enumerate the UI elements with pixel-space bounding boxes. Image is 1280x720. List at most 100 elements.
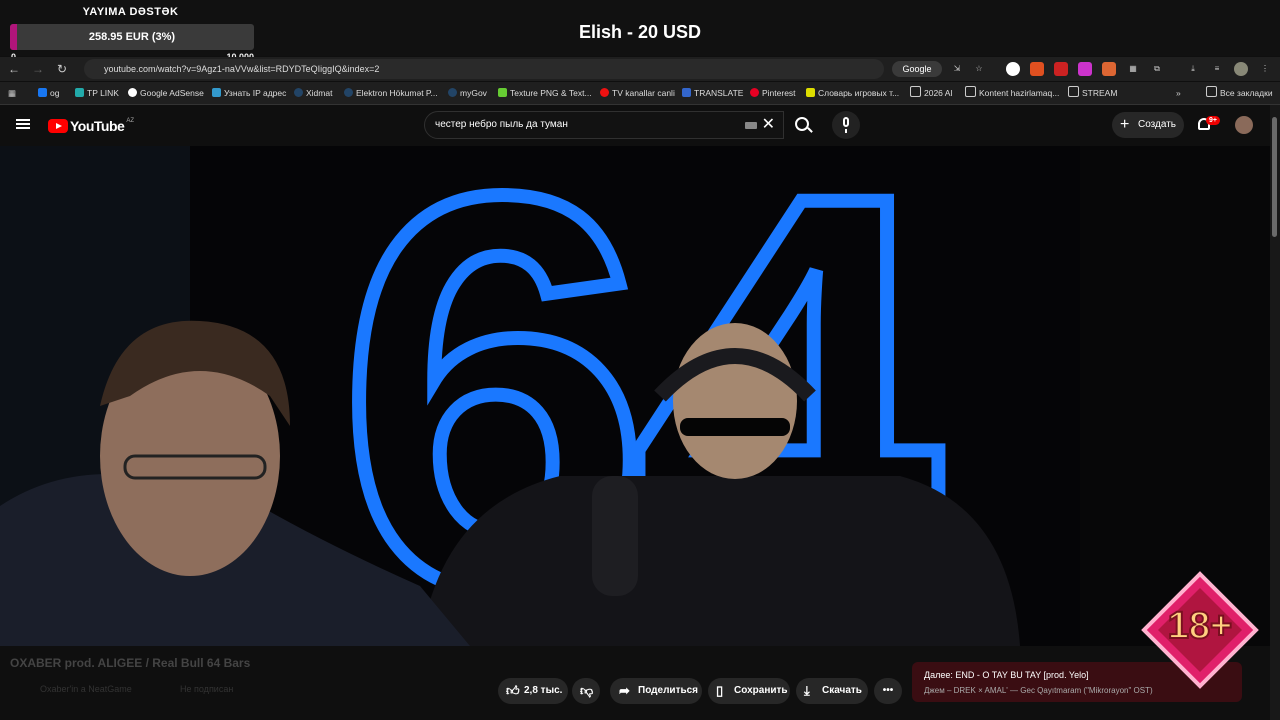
- save-button[interactable]: ▯ Сохранить: [708, 678, 790, 704]
- share-button[interactable]: ➦ Поделиться: [610, 678, 702, 704]
- bookmark-folder[interactable]: STREAM: [1068, 86, 1117, 100]
- extension-icon[interactable]: [1054, 62, 1068, 76]
- bookmark-item[interactable]: Texture PNG & Text...: [498, 86, 592, 100]
- thumbs-down-icon: 👎︎: [580, 683, 594, 698]
- dislike-button[interactable]: 👎︎: [572, 678, 600, 704]
- bookmark-item[interactable]: Elektron Hökumət P...: [344, 86, 438, 100]
- tv-icon: [600, 88, 609, 97]
- bookmark-item[interactable]: Google AdSense: [128, 86, 204, 100]
- clear-icon[interactable]: ✕: [762, 116, 775, 134]
- ip-icon: [212, 88, 221, 97]
- youtube-logo[interactable]: YouTube AZ: [48, 117, 134, 135]
- google-lens-chip[interactable]: Google: [892, 61, 942, 77]
- bookmark-item[interactable]: Словарь игровых т...: [806, 86, 899, 100]
- scrollbar-thumb[interactable]: [1272, 117, 1277, 237]
- folder-icon: [910, 86, 921, 97]
- bookmark-folder[interactable]: 2026 Al: [910, 86, 952, 100]
- leaf-icon: [498, 88, 507, 97]
- tplink-icon: [75, 88, 84, 97]
- youtube-header: YouTube AZ честер небро пыль да туман ✕ …: [0, 105, 1280, 145]
- bookmark-item[interactable]: TRANSLATE: [682, 86, 743, 100]
- youtube-wordmark: YouTube: [70, 118, 125, 134]
- pinterest-icon: [750, 88, 759, 97]
- extension-icon[interactable]: [1006, 62, 1020, 76]
- more-actions-button[interactable]: •••: [874, 678, 902, 704]
- back-icon[interactable]: ←: [6, 61, 22, 77]
- bookmark-item[interactable]: Узнать IP адрес: [212, 86, 286, 100]
- bookmark-item[interactable]: myGov: [448, 86, 487, 100]
- apps-icon[interactable]: ▦: [8, 86, 16, 100]
- up-next-subtitle: Джем – DREK × AMAL' — Gec Qayıtmaram ("M…: [924, 686, 1153, 695]
- bookmark-item[interactable]: og: [38, 86, 59, 100]
- age-restriction-sticker: 18+: [1141, 571, 1259, 689]
- stream-title: Elish - 20 USD: [578, 22, 702, 42]
- folder-icon: [1068, 86, 1079, 97]
- folder-icon: [965, 86, 976, 97]
- video-actions-area: OXABER prod. ALIGEE / Real Bull 64 Bars …: [0, 646, 1270, 720]
- translate-icon: [682, 88, 691, 97]
- bookmarks-bar: ▦ og TP LINK Google AdSense Узнать IP ад…: [0, 82, 1280, 105]
- menu-dots-icon[interactable]: ⋮: [1258, 62, 1272, 76]
- notification-badge: 9+: [1206, 116, 1220, 125]
- media-icon[interactable]: ≡: [1210, 62, 1224, 76]
- shield-icon: [806, 88, 815, 97]
- donation-amount: 258.95 EUR (3%): [88, 31, 176, 43]
- studio-microphone: [592, 476, 638, 596]
- search-input[interactable]: честер небро пыль да туман ✕: [424, 111, 784, 139]
- search-button[interactable]: [786, 111, 818, 139]
- extension-icon[interactable]: [1030, 62, 1044, 76]
- chevron-right-icon[interactable]: »: [1176, 86, 1181, 100]
- puzzle-icon[interactable]: ⧉: [1150, 62, 1164, 76]
- download-icon: ⤓: [804, 683, 810, 698]
- region-code: AZ: [126, 118, 134, 124]
- video-player[interactable]: 64: [0, 146, 1270, 646]
- subscribe-status: Не подписан: [180, 684, 234, 694]
- folder-icon: [1206, 86, 1217, 97]
- bookmark-folder[interactable]: Kontent hazirlamaq...: [965, 86, 1059, 100]
- rapper-head: [673, 323, 797, 479]
- stream-overlay-top: YAYIMA DƏSTƏK 258.95 EUR (3%) 0 10 000 E…: [0, 0, 1280, 62]
- all-bookmarks[interactable]: Все закладки: [1206, 86, 1273, 100]
- like-button[interactable]: 👍︎ 2,8 тыс.: [498, 678, 568, 704]
- thumbs-up-icon: 👍︎: [506, 683, 520, 698]
- donation-widget: YAYIMA DƏSTƏK 258.95 EUR (3%) 0 10 000: [8, 6, 254, 64]
- more-dots-icon: •••: [882, 685, 894, 696]
- download-icon[interactable]: ⤓: [1186, 62, 1200, 76]
- globe-icon: [294, 88, 303, 97]
- avatar[interactable]: [1235, 116, 1253, 134]
- bookmark-item[interactable]: Pinterest: [750, 86, 796, 100]
- grid-icon[interactable]: ▦: [1126, 62, 1140, 76]
- video-frame: 64: [0, 146, 1020, 646]
- extension-icon[interactable]: [1102, 62, 1116, 76]
- bookmark-item[interactable]: TP LINK: [75, 86, 119, 100]
- page-scrollbar[interactable]: [1270, 105, 1280, 720]
- facebook-icon: [38, 88, 47, 97]
- install-icon[interactable]: ⇲: [950, 62, 964, 76]
- star-icon[interactable]: ☆: [972, 62, 986, 76]
- google-icon: [128, 88, 137, 97]
- plus-icon: +: [1120, 116, 1130, 133]
- browser-toolbar: ← → ↻ youtube.com/watch?v=9Agz1-naVVw&li…: [0, 57, 1280, 81]
- search-query: честер небро пыль да туман: [435, 119, 568, 130]
- bookmark-item[interactable]: Xidmat: [294, 86, 332, 100]
- youtube-play-icon: [48, 119, 68, 133]
- create-button[interactable]: + Создать: [1112, 112, 1184, 138]
- profile-icon[interactable]: [1234, 62, 1248, 76]
- globe-icon: [448, 88, 457, 97]
- bookmark-icon: ▯: [716, 683, 724, 698]
- extension-icon[interactable]: [1078, 62, 1092, 76]
- channel-name[interactable]: Oxaber'in a NeatGame: [40, 684, 132, 694]
- keyboard-icon[interactable]: [745, 122, 757, 129]
- globe-icon: [344, 88, 353, 97]
- forward-icon[interactable]: →: [30, 61, 46, 77]
- reload-icon[interactable]: ↻: [54, 61, 70, 77]
- bookmark-item[interactable]: TV kanallar canli: [600, 86, 675, 100]
- download-button[interactable]: ⤓ Скачать: [796, 678, 868, 704]
- address-bar[interactable]: youtube.com/watch?v=9Agz1-naVVw&list=RDY…: [84, 59, 884, 79]
- rapper-jacket: [420, 476, 1020, 646]
- donation-progress-bar: 258.95 EUR (3%): [10, 24, 254, 50]
- mic-button[interactable]: [832, 111, 860, 139]
- hamburger-menu-icon[interactable]: [16, 117, 32, 133]
- up-next-title: Далее: END - O TAY BU TAY [prod. Yelo]: [924, 670, 1089, 680]
- donation-title: YAYIMA DƏSTƏK: [82, 6, 179, 18]
